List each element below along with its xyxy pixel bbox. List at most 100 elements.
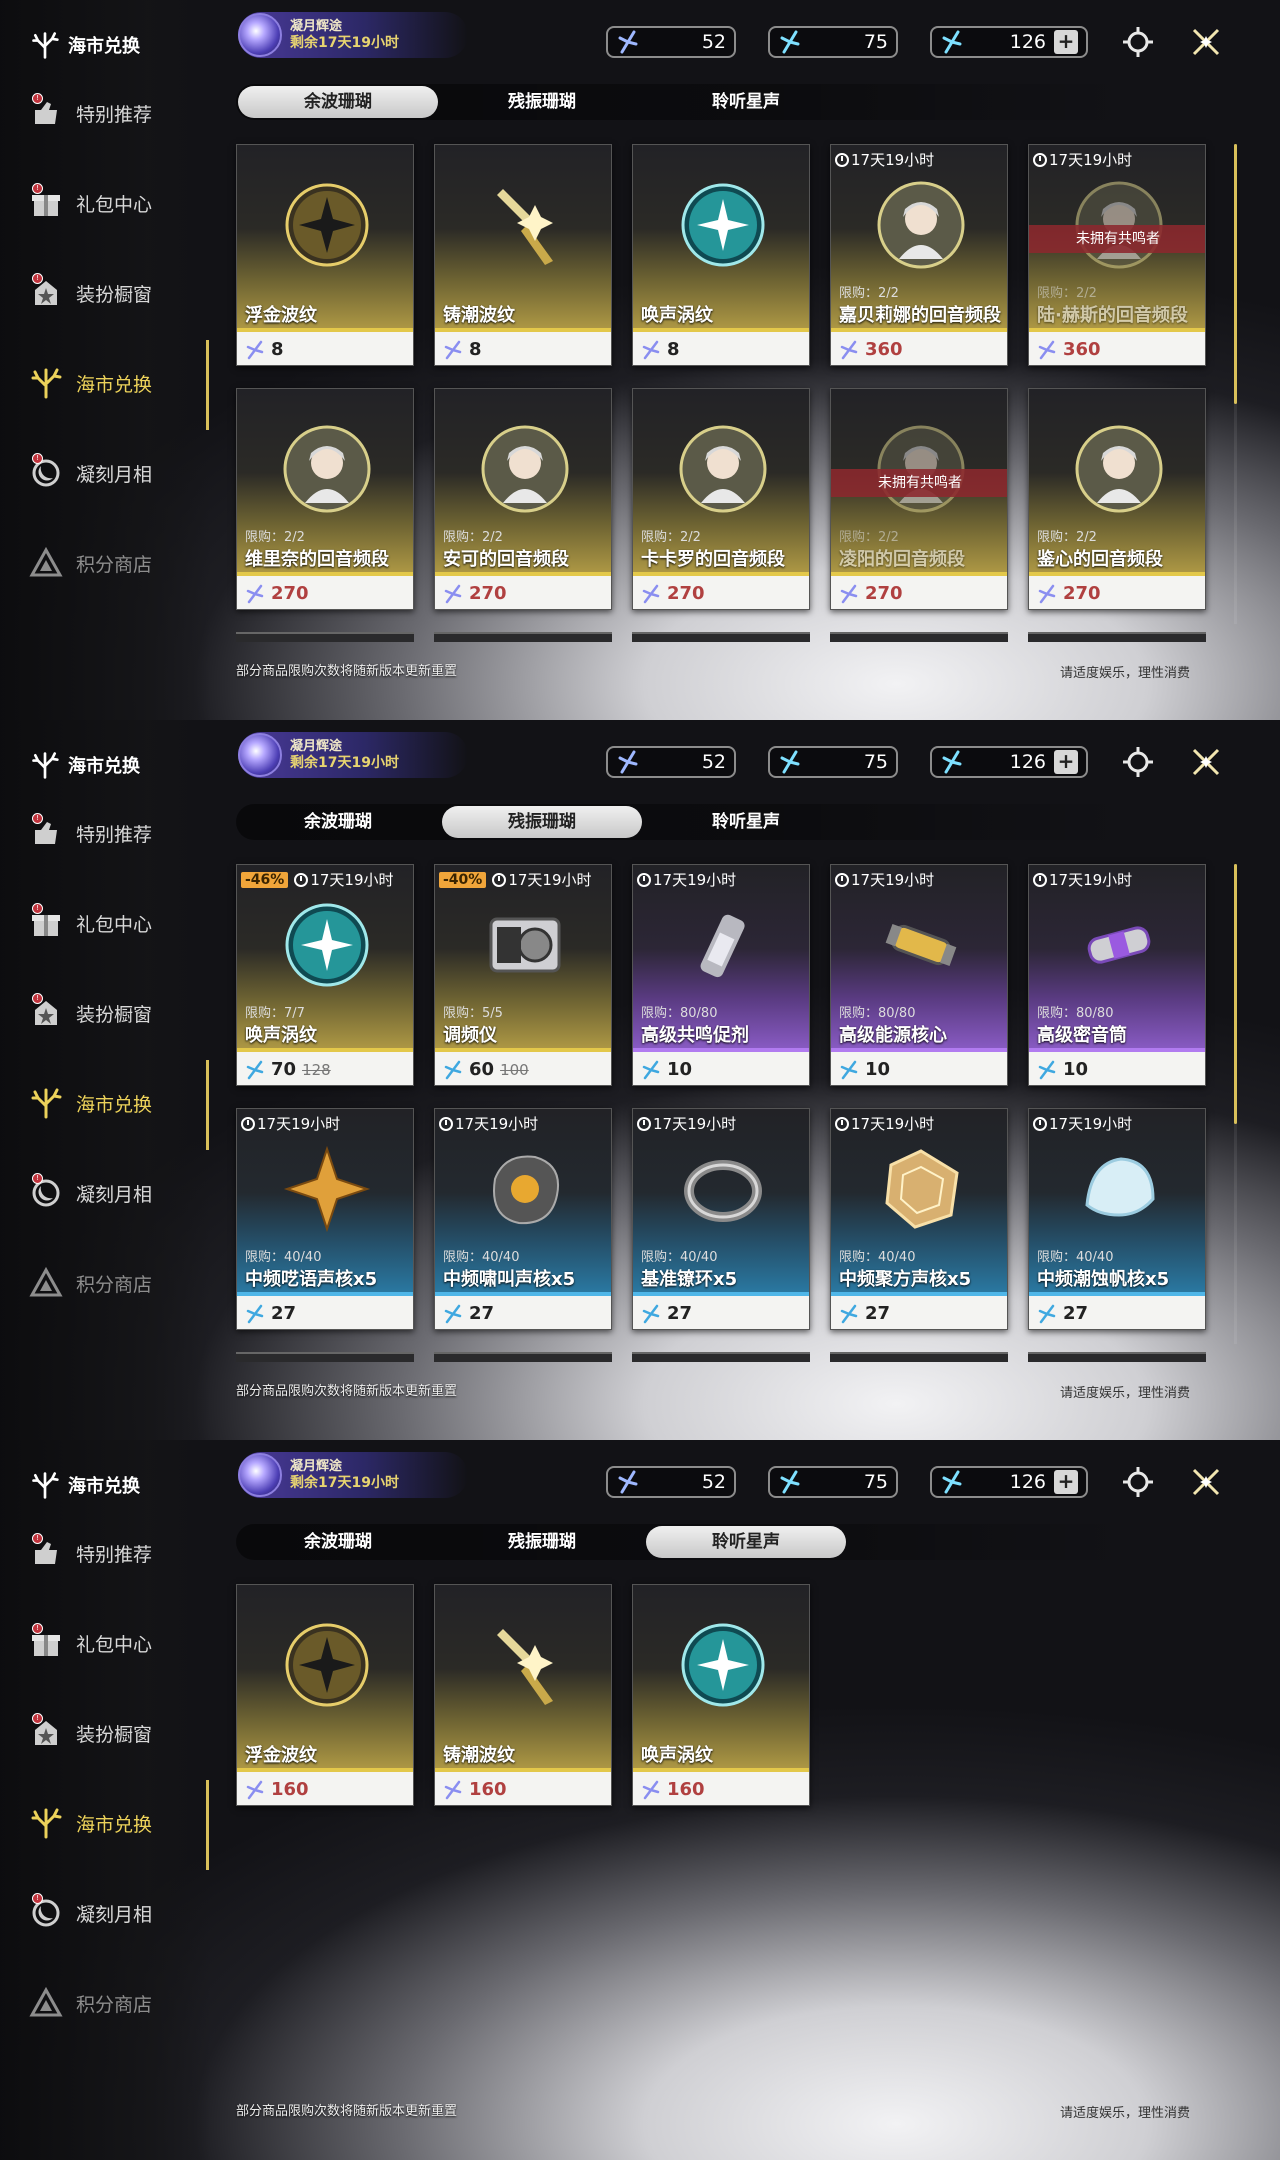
gold-orb-icon	[277, 175, 377, 275]
timer-text: 17天19小时	[851, 151, 935, 169]
sidebar-item[interactable]: ! 装扮橱窗	[28, 1708, 152, 1758]
shop-item-card[interactable]: 唤声涡纹 8	[632, 144, 810, 366]
sidebar-item[interactable]: ! 礼包中心	[28, 1618, 152, 1668]
event-text: 凝月辉途 剩余17天19小时	[290, 18, 399, 52]
currency-value: 75	[863, 751, 888, 773]
shop-item-card[interactable]: 17天19小时 限购：40/40 中频呓语声核x5 27	[236, 1108, 414, 1330]
event-banner[interactable]: 凝月辉途 剩余17天19小时	[238, 1452, 468, 1498]
sidebar-item[interactable]: 海市兑换	[28, 1798, 152, 1848]
target-settings-button[interactable]	[1118, 22, 1158, 62]
event-orb-icon	[238, 733, 282, 777]
tab[interactable]: 残振珊瑚	[442, 86, 642, 118]
character-portrait-icon	[1069, 419, 1169, 519]
shop-item-card[interactable]: -46% 17天19小时 限购：7/7 唤声涡纹 70 128	[236, 864, 414, 1086]
close-button[interactable]	[1186, 742, 1226, 782]
shop-item-card[interactable]: 限购：2/2 鉴心的回音频段 270	[1028, 388, 1206, 610]
sidebar-item[interactable]: 海市兑换	[28, 358, 152, 408]
shop-item-card[interactable]: 铸潮波纹 8	[434, 144, 612, 366]
tab[interactable]: 余波珊瑚	[238, 1526, 438, 1558]
sidebar-item[interactable]: ! 礼包中心	[28, 178, 152, 228]
add-currency-button[interactable]: +	[1054, 30, 1078, 54]
shop-item-card[interactable]: 17天19小时 限购：80/80 高级共鸣促剂 10	[632, 864, 810, 1086]
tab[interactable]: 余波珊瑚	[238, 806, 438, 838]
sidebar-item[interactable]: ! 凝刻月相	[28, 448, 152, 498]
tab[interactable]: 残振珊瑚	[442, 1526, 642, 1558]
sidebar-item[interactable]: 积分商店	[28, 538, 152, 588]
target-settings-button[interactable]	[1118, 1462, 1158, 1502]
close-button[interactable]	[1186, 1462, 1226, 1502]
coral-currency-icon	[641, 584, 661, 604]
close-icon	[1189, 25, 1223, 59]
moon-icon: !	[28, 1893, 64, 1931]
currency-value: 52	[701, 31, 726, 53]
shop-item-card[interactable]: 限购：2/2 卡卡罗的回音频段 270	[632, 388, 810, 610]
sidebar-item[interactable]: ! 礼包中心	[28, 898, 152, 948]
sidebar-item[interactable]: ! 特别推荐	[28, 1528, 152, 1578]
sidebar-item[interactable]: ! 装扮橱窗	[28, 268, 152, 318]
shop-item-card[interactable]: 浮金波纹 160	[236, 1584, 414, 1806]
sidebar-item-label: 特别推荐	[76, 1543, 153, 1566]
shop-item-card[interactable]: 唤声涡纹 160	[632, 1584, 810, 1806]
tab[interactable]: 残振珊瑚	[442, 806, 642, 838]
sidebar-item-label: 礼包中心	[76, 193, 153, 216]
shop-panel: 海市兑换! 特别推荐! 礼包中心! 装扮橱窗 海市兑换! 凝刻月相 积分商店 凝月辉途 剩余17…	[0, 1440, 1280, 2160]
sidebar-item[interactable]: 海市兑换	[28, 1078, 152, 1128]
shop-item-card[interactable]: 浮金波纹 8	[236, 144, 414, 366]
next-row-card-peek	[830, 632, 1008, 642]
shop-item-card[interactable]: 17天19小时 未拥有共鸣者 限购：2/2 陆·赫斯的回音频段 360	[1028, 144, 1206, 366]
sidebar-item[interactable]: 积分商店	[28, 1978, 152, 2028]
scrollbar[interactable]	[1234, 144, 1237, 404]
purchase-limit: 限购：40/40	[245, 1250, 322, 1265]
shop-item-card[interactable]: 限购：2/2 安可的回音频段 270	[434, 388, 612, 610]
shop-item-card[interactable]: 未拥有共鸣者 限购：2/2 凌阳的回音频段 270	[830, 388, 1008, 610]
shop-item-card[interactable]: 17天19小时 限购：2/2 嘉贝莉娜的回音频段 360	[830, 144, 1008, 366]
timer-text: 17天19小时	[1049, 1115, 1133, 1133]
shop-item-card[interactable]: 铸潮波纹 160	[434, 1584, 612, 1806]
teal-orb-icon	[277, 895, 377, 995]
shop-item-card[interactable]: 17天19小时 限购：40/40 中频聚方声核x5 27	[830, 1108, 1008, 1330]
coral-currency-icon	[245, 1060, 265, 1080]
close-button[interactable]	[1186, 22, 1226, 62]
add-currency-button[interactable]: +	[1054, 750, 1078, 774]
next-row-card-peek	[830, 1352, 1008, 1362]
shop-item-card[interactable]: 17天19小时 限购：80/80 高级能源核心 10	[830, 864, 1008, 1086]
clock-icon	[1033, 872, 1047, 887]
reset-notice: 部分商品限购次数将随新版本更新重置	[236, 664, 458, 679]
health-notice: 请适度娱乐，理性消费	[1059, 666, 1190, 681]
coral-icon	[30, 1470, 60, 1500]
scrollbar[interactable]	[1234, 864, 1237, 1124]
purchase-limit: 限购：2/2	[1037, 286, 1097, 301]
shop-item-card[interactable]: 限购：2/2 维里奈的回音频段 270	[236, 388, 414, 610]
sidebar-item[interactable]: 积分商店	[28, 1258, 152, 1308]
tab[interactable]: 余波珊瑚	[238, 86, 438, 118]
item-name: 唤声涡纹	[641, 1745, 713, 1766]
shop-item-card[interactable]: 17天19小时 限购：80/80 高级密音筒 10	[1028, 864, 1206, 1086]
price-value: 160	[667, 1779, 705, 1800]
shop-item-card[interactable]: 17天19小时 限购：40/40 基准镣环x5 27	[632, 1108, 810, 1330]
shop-item-card[interactable]: 17天19小时 限购：40/40 中频潮蚀帆核x5 27	[1028, 1108, 1206, 1330]
timer: 17天19小时	[637, 1113, 736, 1134]
coral-currency-icon	[778, 750, 802, 774]
notification-badge: !	[32, 1623, 43, 1634]
price-value: 27	[667, 1303, 693, 1324]
event-banner[interactable]: 凝月辉途 剩余17天19小时	[238, 12, 468, 58]
sidebar-item[interactable]: ! 特别推荐	[28, 808, 152, 858]
item-name: 浮金波纹	[245, 1745, 317, 1766]
coral-currency-icon	[839, 1304, 859, 1324]
price: 160	[237, 1772, 413, 1805]
item-name: 凌阳的回音频段	[839, 549, 965, 570]
add-currency-button[interactable]: +	[1054, 1470, 1078, 1494]
tab[interactable]: 聆听星声	[646, 1526, 846, 1558]
sidebar-item[interactable]: ! 凝刻月相	[28, 1168, 152, 1218]
tab[interactable]: 聆听星声	[646, 86, 846, 118]
shop-item-card[interactable]: -40% 17天19小时 限购：5/5 调频仪 60 100	[434, 864, 612, 1086]
shop-item-card[interactable]: 17天19小时 限购：40/40 中频啸叫声核x5 27	[434, 1108, 612, 1330]
sidebar-item[interactable]: ! 装扮橱窗	[28, 988, 152, 1038]
sidebar-item[interactable]: ! 特别推荐	[28, 88, 152, 138]
tab[interactable]: 聆听星声	[646, 806, 846, 838]
event-banner[interactable]: 凝月辉途 剩余17天19小时	[238, 732, 468, 778]
wardrobe-icon: !	[28, 1713, 64, 1751]
character-portrait-icon	[475, 419, 575, 519]
sidebar-item[interactable]: ! 凝刻月相	[28, 1888, 152, 1938]
target-settings-button[interactable]	[1118, 742, 1158, 782]
